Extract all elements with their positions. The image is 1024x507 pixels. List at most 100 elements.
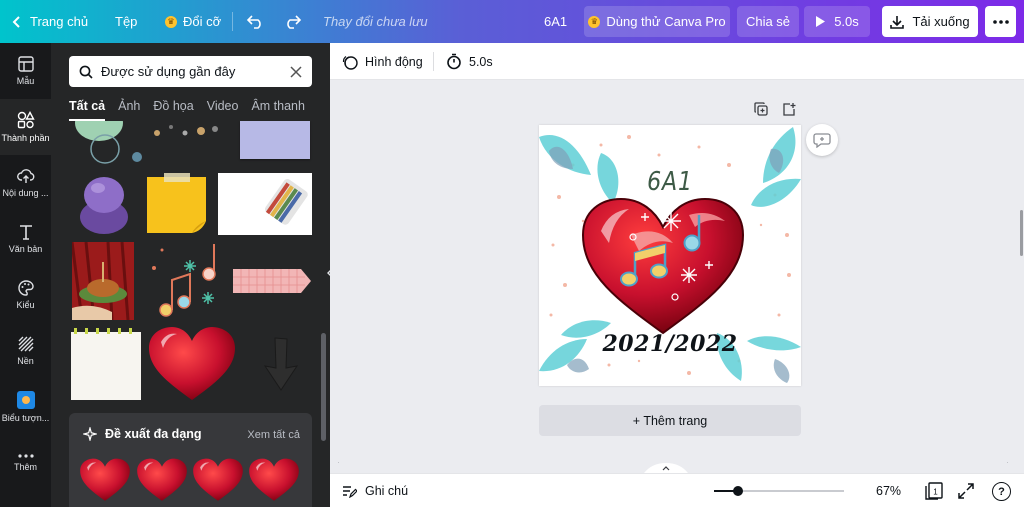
rail-label: Nội dung ... <box>2 188 49 198</box>
canvas-area: 6A1 2021/2022 + Thêm trang <box>330 80 1024 463</box>
more-options-button[interactable] <box>985 6 1016 37</box>
redo-icon[interactable] <box>282 12 302 30</box>
rail-item-logos[interactable]: Biểu tượn... <box>0 379 51 435</box>
save-status: Thay đổi chưa lưu <box>323 14 428 29</box>
tab-audio[interactable]: Âm thanh <box>251 99 305 121</box>
suggestions-title-text: Đề xuất đa dạng <box>105 427 202 441</box>
try-pro-button[interactable]: ♛ Dùng thử Canva Pro <box>584 6 730 37</box>
page-tools <box>754 102 796 116</box>
notes-label: Ghi chú <box>365 484 409 498</box>
pro-label: Dùng thử Canva Pro <box>606 14 726 29</box>
duplicate-page-icon[interactable] <box>754 102 768 116</box>
vertical-scrollbar[interactable] <box>1020 210 1023 256</box>
element-thumb-sticky-note[interactable] <box>144 173 212 235</box>
element-thumb-grid-label[interactable] <box>231 267 313 295</box>
rail-label: Biểu tượn... <box>1 413 50 423</box>
element-thumb-dots[interactable] <box>149 121 229 151</box>
chevron-right-icon[interactable] <box>1006 462 1012 463</box>
design-name[interactable]: 6A1 <box>544 0 567 43</box>
resize-button[interactable]: ♛ Đổi cỡ <box>165 0 221 43</box>
share-button[interactable]: Chia sẻ <box>737 6 799 37</box>
element-thumb-notepad[interactable] <box>70 328 142 400</box>
search-input[interactable] <box>101 64 282 79</box>
more-horizontal-icon <box>992 19 1009 24</box>
element-thumb-food-photo[interactable] <box>72 242 134 320</box>
panel-scrollbar[interactable] <box>321 333 326 441</box>
rail-item-more[interactable]: Thêm <box>0 435 51 491</box>
page-count-button[interactable]: 1 <box>924 482 944 500</box>
top-bar: Trang chủ Tệp ♛ Đổi cỡ Thay đổi chưa lưu… <box>0 0 1024 43</box>
element-thumb-purple-pin[interactable] <box>75 173 133 235</box>
element-thumb-red-heart[interactable] <box>147 326 237 402</box>
notes-button[interactable]: Ghi chú <box>342 474 408 507</box>
show-pages-toggle[interactable] <box>644 463 688 473</box>
rail-item-text[interactable]: Văn bản <box>0 211 51 267</box>
timer-icon <box>447 53 461 70</box>
animate-button[interactable]: Hình động <box>342 43 423 80</box>
undo-icon[interactable] <box>246 12 266 30</box>
suggestion-heart-2[interactable] <box>136 457 188 503</box>
element-thumb-pencils-photo[interactable] <box>218 173 312 235</box>
fullscreen-icon[interactable] <box>958 483 974 499</box>
duration-label: 5.0s <box>469 54 493 69</box>
rail-item-styles[interactable]: Kiểu <box>0 267 51 323</box>
download-button[interactable]: Tải xuống <box>882 6 978 37</box>
element-thumb-bubbles[interactable] <box>71 121 151 171</box>
suggestion-heart-1[interactable] <box>79 457 131 503</box>
suggestion-heart-3[interactable] <box>192 457 244 503</box>
category-tabs: Tất cả Ảnh Đồ họa Video Âm thanh <box>69 99 318 121</box>
suggestions-title: Đề xuất đa dạng <box>83 427 202 441</box>
rail-item-elements[interactable]: Thành phần <box>0 99 51 155</box>
add-comment-button[interactable] <box>806 124 838 156</box>
rail-label: Mẫu <box>16 76 35 86</box>
zoom-slider[interactable] <box>714 486 844 496</box>
more-icon <box>17 454 34 458</box>
suggestion-heart-4[interactable] <box>248 457 300 503</box>
search-box[interactable] <box>69 56 312 87</box>
crown-icon: ♛ <box>588 15 601 28</box>
notes-icon <box>343 485 357 498</box>
close-icon[interactable] <box>290 65 302 78</box>
chevron-left-icon[interactable] <box>334 462 340 463</box>
design-page[interactable]: 6A1 2021/2022 <box>539 125 801 386</box>
tab-all[interactable]: Tất cả <box>69 99 106 121</box>
help-button[interactable]: ? <box>992 482 1011 501</box>
rail-item-templates[interactable]: Mẫu <box>0 43 51 99</box>
rail-label: Thêm <box>13 462 37 472</box>
design-title-text[interactable]: 6A1 <box>559 167 782 197</box>
search-icon <box>79 65 93 79</box>
rail-label: Thành phần <box>1 133 50 143</box>
logo-icon <box>16 391 35 409</box>
download-label: Tải xuống <box>912 14 970 29</box>
animation-icon <box>342 55 358 70</box>
add-page-button[interactable]: + Thêm trang <box>539 405 801 436</box>
rail-item-background[interactable]: Nền <box>0 323 51 379</box>
divider <box>433 52 434 71</box>
rail-label: Văn bản <box>8 244 43 254</box>
tab-video[interactable]: Video <box>207 99 239 121</box>
element-thumb-down-arrow[interactable] <box>261 336 301 392</box>
add-page-icon[interactable] <box>782 102 796 116</box>
zoom-percent[interactable]: 67% <box>876 474 901 507</box>
zoom-slider-handle[interactable] <box>732 486 743 496</box>
see-all-link[interactable]: Xem tất cả <box>247 429 300 441</box>
play-button[interactable]: 5.0s <box>804 6 870 37</box>
template-icon <box>17 56 34 72</box>
upload-icon <box>16 169 34 183</box>
elements-panel: Tất cả Ảnh Đồ họa Video Âm thanh <box>51 43 330 507</box>
chevron-left-icon <box>12 15 20 28</box>
play-duration: 5.0s <box>834 14 859 29</box>
tab-graphics[interactable]: Đồ họa <box>153 99 193 121</box>
rail-label: Kiểu <box>16 300 35 310</box>
file-label: Tệp <box>115 14 138 29</box>
home-label: Trang chủ <box>30 14 89 29</box>
play-icon <box>816 16 826 27</box>
element-thumb-music-notes[interactable] <box>142 242 222 320</box>
duration-button[interactable]: 5.0s <box>446 43 493 80</box>
element-thumb-paper[interactable] <box>240 121 310 159</box>
rail-item-uploads[interactable]: Nội dung ... <box>0 155 51 211</box>
design-year-text[interactable]: 2021/2022 <box>539 331 801 357</box>
file-menu[interactable]: Tệp <box>115 0 137 43</box>
tab-photos[interactable]: Ảnh <box>118 99 140 121</box>
home-button[interactable]: Trang chủ <box>12 0 88 43</box>
